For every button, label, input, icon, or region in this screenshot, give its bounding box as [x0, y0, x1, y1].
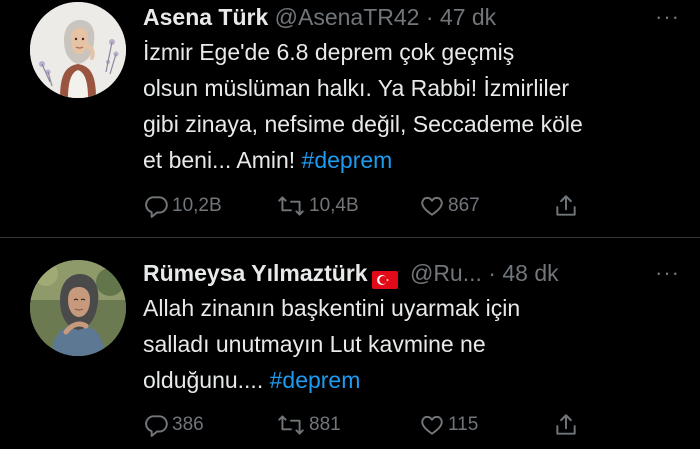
tweet-actions: 10,2B 10,4B 867	[143, 192, 663, 220]
tweet-text: İzmir Ege'de 6.8 deprem çok geçmiş olsun…	[143, 34, 673, 178]
tweet-actions: 386 881 115	[143, 411, 663, 439]
share-button[interactable]	[553, 192, 579, 220]
tweet-text-line: salladı unutmayın Lut kavmine ne	[143, 331, 486, 357]
reply-icon	[143, 412, 169, 438]
tweet[interactable]: Rümeysa Yılmaztürk @Ru... · 48 dk ··· Al…	[0, 238, 700, 449]
reply-count: 386	[172, 414, 204, 435]
author-name[interactable]: Rümeysa Yılmaztürk	[143, 260, 368, 286]
like-count: 867	[448, 195, 480, 216]
heart-icon	[419, 412, 445, 438]
share-button[interactable]	[553, 411, 579, 439]
tweet-header: Rümeysa Yılmaztürk @Ru... · 48 dk ···	[143, 256, 680, 290]
retweet-count: 10,4B	[309, 195, 359, 216]
retweet-button[interactable]: 10,4B	[276, 192, 359, 220]
separator-dot: ·	[425, 4, 434, 30]
tweet-header: Asena Türk @AsenaTR42 · 47 dk ···	[143, 0, 680, 34]
timeline-feed: Asena Türk @AsenaTR42 · 47 dk ··· İzmir …	[0, 0, 700, 449]
retweet-icon	[276, 412, 306, 438]
like-button[interactable]: 115	[419, 411, 478, 439]
retweet-count: 881	[309, 414, 341, 435]
timestamp[interactable]: 48 dk	[502, 260, 558, 286]
separator-dot: ·	[488, 260, 496, 286]
hashtag-link[interactable]: #deprem	[302, 147, 393, 173]
reply-icon	[143, 193, 169, 219]
tweet-text-fragment: olduğunu....	[143, 367, 270, 393]
tweet-text-fragment: et beni... Amin!	[143, 147, 302, 173]
reply-button[interactable]: 10,2B	[143, 192, 222, 220]
like-button[interactable]: 867	[419, 192, 480, 220]
tweet-text-line: gibi zinaya, nefsime değil, Seccademe kö…	[143, 111, 583, 137]
avatar[interactable]	[30, 260, 126, 356]
reply-count: 10,2B	[172, 195, 222, 216]
share-icon	[553, 193, 579, 219]
reply-button[interactable]: 386	[143, 411, 204, 439]
tweet-text-line: olduğunu.... #deprem	[143, 362, 673, 398]
author-handle[interactable]: @AsenaTR42	[275, 4, 420, 30]
avatar[interactable]	[30, 2, 126, 98]
author-name[interactable]: Asena Türk	[143, 4, 268, 30]
retweet-button[interactable]: 881	[276, 411, 341, 439]
retweet-icon	[276, 193, 306, 219]
tweet[interactable]: Asena Türk @AsenaTR42 · 47 dk ··· İzmir …	[0, 0, 700, 237]
more-icon[interactable]: ···	[655, 256, 680, 290]
timestamp[interactable]: 47 dk	[440, 4, 496, 30]
tweet-text: Allah zinanın başkentini uyarmak için sa…	[143, 290, 673, 398]
turkey-flag-icon	[371, 264, 398, 290]
tweet-text-line: Allah zinanın başkentini uyarmak için	[143, 295, 521, 321]
author-handle[interactable]: @Ru...	[410, 260, 482, 286]
tweet-text-line: et beni... Amin! #deprem	[143, 142, 673, 178]
heart-icon	[419, 193, 445, 219]
tweet-text-line: olsun müslüman halkı. Ya Rabbi! İzmirlil…	[143, 75, 570, 101]
more-icon[interactable]: ···	[655, 0, 680, 34]
hashtag-link[interactable]: #deprem	[270, 367, 361, 393]
tweet-text-line: İzmir Ege'de 6.8 deprem çok geçmiş	[143, 39, 515, 65]
share-icon	[553, 412, 579, 438]
like-count: 115	[448, 414, 479, 435]
